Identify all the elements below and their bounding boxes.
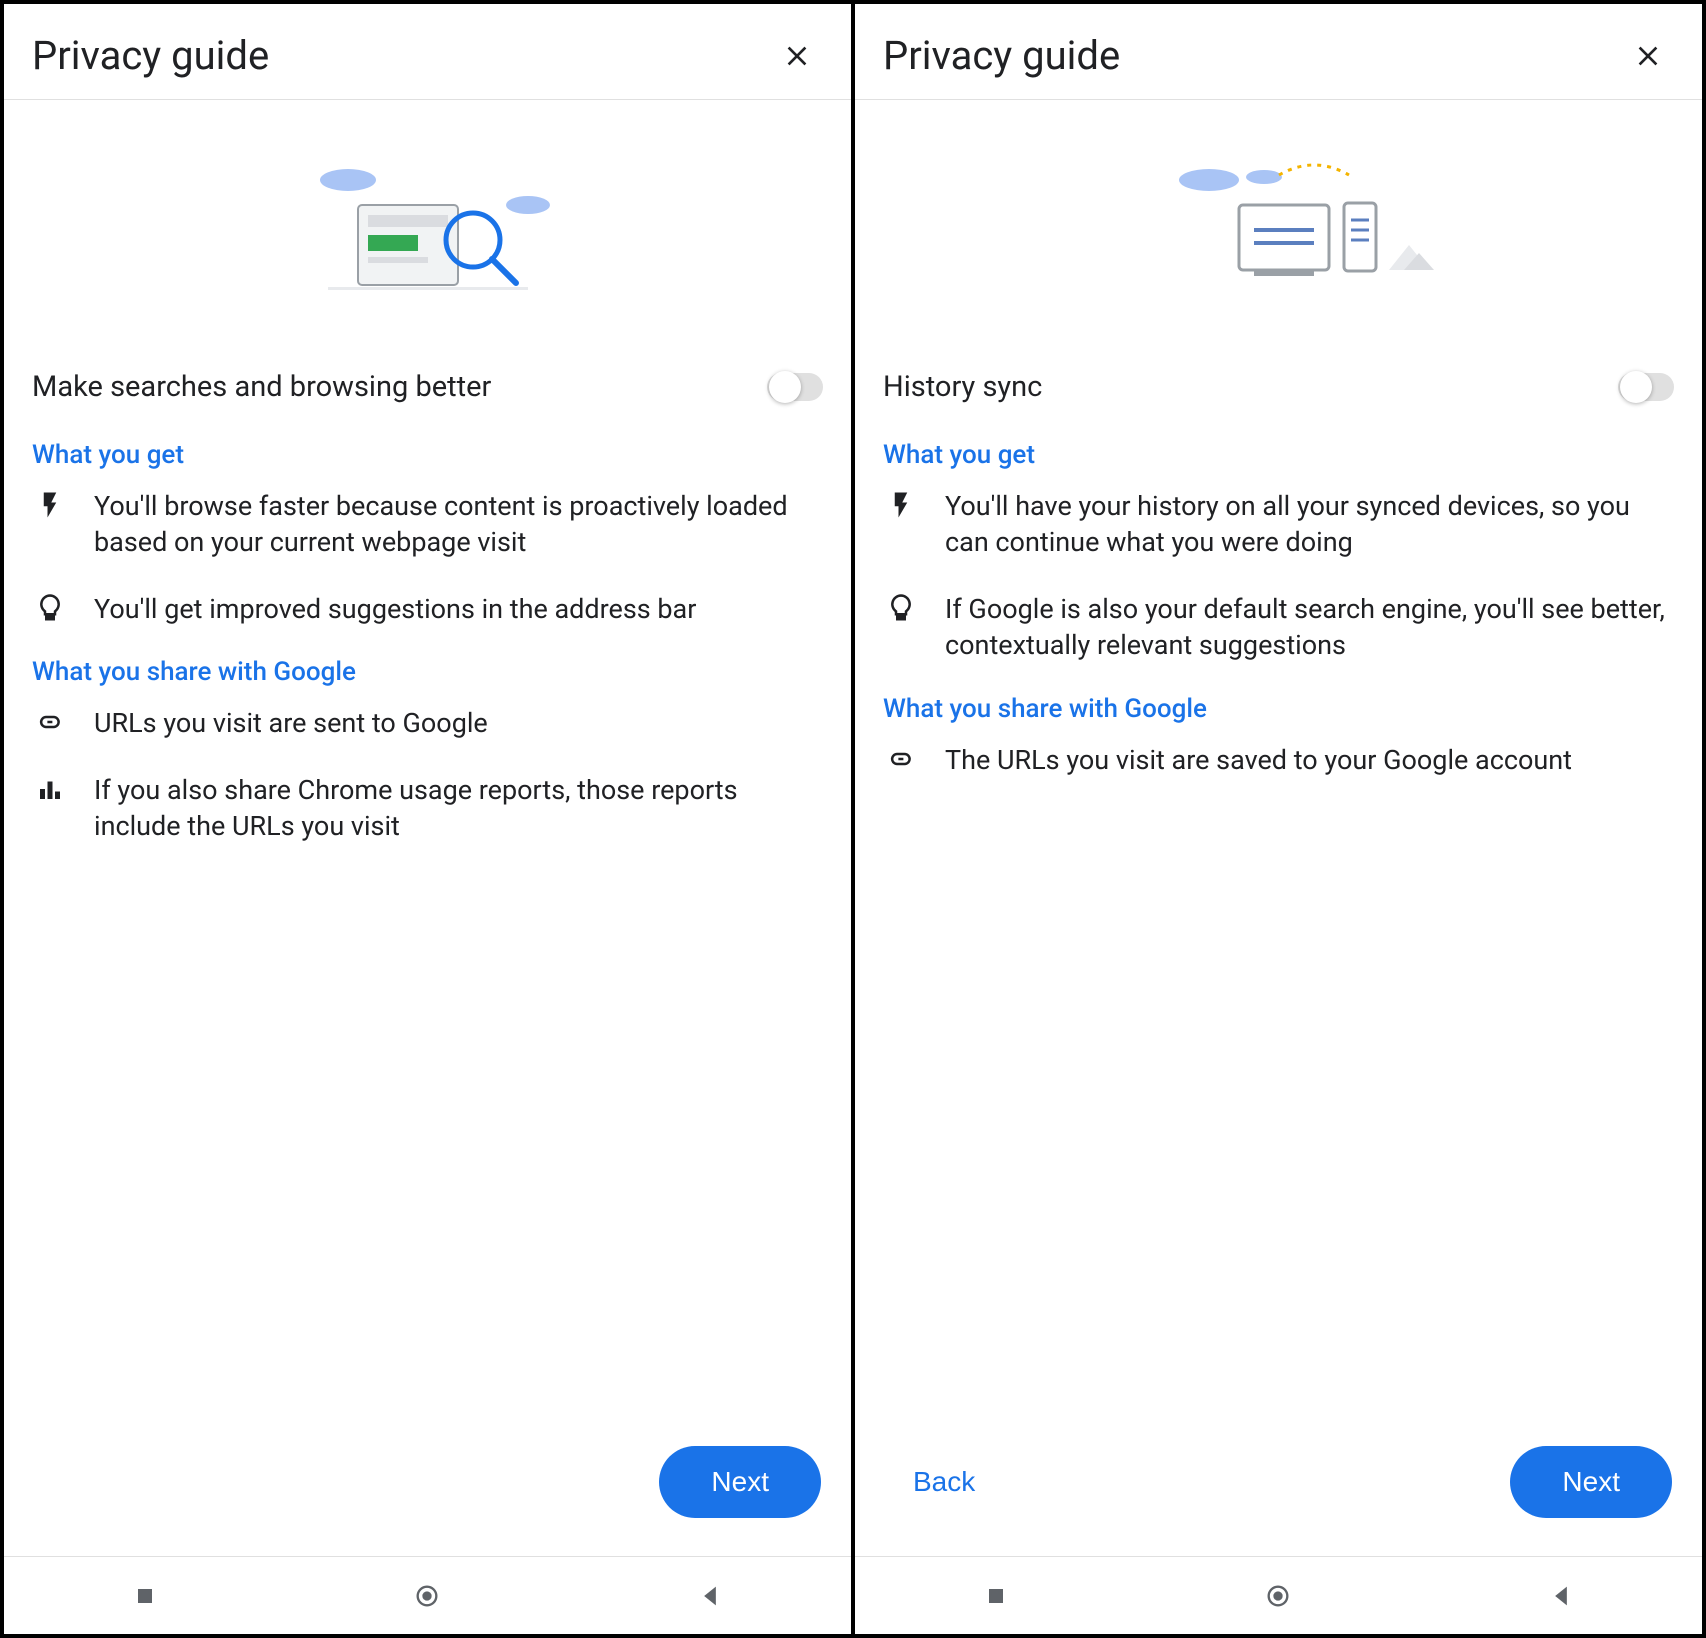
toggle-switch[interactable] xyxy=(767,373,823,401)
info-item: You'll browse faster because content is … xyxy=(32,488,823,561)
nav-home-button[interactable] xyxy=(1238,1566,1318,1626)
info-item: If Google is also your default search en… xyxy=(883,591,1674,664)
next-button[interactable]: Next xyxy=(1510,1446,1672,1518)
android-nav-bar xyxy=(4,1556,851,1634)
section-heading-get: What you get xyxy=(32,440,823,470)
info-text: You'll browse faster because content is … xyxy=(94,488,823,561)
bulb-icon xyxy=(883,593,919,623)
link-icon xyxy=(32,707,68,737)
info-text: You'll have your history on all your syn… xyxy=(945,488,1674,561)
section-heading-share: What you share with Google xyxy=(32,657,823,687)
info-text: The URLs you visit are saved to your Goo… xyxy=(945,742,1572,778)
footer-actions: Back Next xyxy=(855,1446,1702,1556)
triangle-back-icon xyxy=(696,1582,724,1610)
privacy-guide-pane-history-sync: Privacy guide xyxy=(851,0,1706,1638)
content-area: History sync What you get You'll have yo… xyxy=(855,340,1702,1446)
info-item: URLs you visit are sent to Google xyxy=(32,705,823,741)
header: Privacy guide xyxy=(855,4,1702,100)
square-icon xyxy=(131,1582,159,1610)
next-button[interactable]: Next xyxy=(659,1446,821,1518)
bulb-icon xyxy=(32,593,68,623)
page-title: Privacy guide xyxy=(883,32,1120,79)
nav-home-button[interactable] xyxy=(387,1566,467,1626)
illustration-search xyxy=(4,100,851,340)
close-icon xyxy=(1632,40,1664,72)
header: Privacy guide xyxy=(4,4,851,100)
illustration-sync xyxy=(855,100,1702,340)
info-text: You'll get improved suggestions in the a… xyxy=(94,591,696,627)
info-item: You'll have your history on all your syn… xyxy=(883,488,1674,561)
setting-row: Make searches and browsing better xyxy=(32,370,823,404)
content-area: Make searches and browsing better What y… xyxy=(4,340,851,1446)
section-heading-get: What you get xyxy=(883,440,1674,470)
bolt-icon xyxy=(32,490,68,520)
info-item: You'll get improved suggestions in the a… xyxy=(32,591,823,627)
chart-icon xyxy=(32,774,68,804)
close-icon xyxy=(781,40,813,72)
circle-icon xyxy=(413,1582,441,1610)
footer-actions: Next xyxy=(4,1446,851,1556)
setting-label: Make searches and browsing better xyxy=(32,370,491,404)
nav-recent-button[interactable] xyxy=(105,1566,185,1626)
info-text: If you also share Chrome usage reports, … xyxy=(94,772,823,845)
square-icon xyxy=(982,1582,1010,1610)
info-item: The URLs you visit are saved to your Goo… xyxy=(883,742,1674,778)
back-button[interactable]: Back xyxy=(885,1446,1003,1518)
triangle-back-icon xyxy=(1547,1582,1575,1610)
privacy-guide-pane-searches: Privacy guide Make searches and browsing… xyxy=(0,0,855,1638)
setting-row: History sync xyxy=(883,370,1674,404)
info-text: If Google is also your default search en… xyxy=(945,591,1674,664)
circle-icon xyxy=(1264,1582,1292,1610)
page-title: Privacy guide xyxy=(32,32,269,79)
close-button[interactable] xyxy=(775,34,819,78)
nav-back-button[interactable] xyxy=(1521,1566,1601,1626)
bolt-icon xyxy=(883,490,919,520)
nav-recent-button[interactable] xyxy=(956,1566,1036,1626)
nav-back-button[interactable] xyxy=(670,1566,750,1626)
link-icon xyxy=(883,744,919,774)
info-text: URLs you visit are sent to Google xyxy=(94,705,488,741)
info-item: If you also share Chrome usage reports, … xyxy=(32,772,823,845)
toggle-switch[interactable] xyxy=(1618,373,1674,401)
close-button[interactable] xyxy=(1626,34,1670,78)
section-heading-share: What you share with Google xyxy=(883,694,1674,724)
setting-label: History sync xyxy=(883,370,1042,404)
android-nav-bar xyxy=(855,1556,1702,1634)
